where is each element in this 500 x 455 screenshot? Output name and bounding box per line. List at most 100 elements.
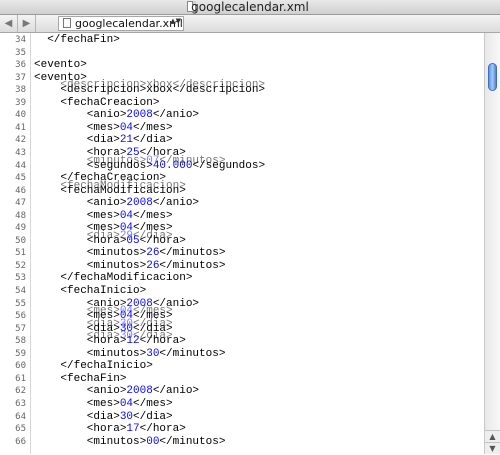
code-tag-close: </dia> [133,134,173,147]
code-text: <evento> [34,59,87,72]
code-tag-open: <minutos> [34,247,147,260]
code-tag-open: <dia> [34,410,120,423]
code-value: 30 [119,317,134,330]
code-value: 30 [119,410,134,423]
code-line: <dia>21</dia> [34,134,173,146]
code-value: 30 [119,330,134,343]
scroll-down-arrow-icon[interactable]: ▼ [485,442,500,454]
code-line: <anio>2008</anio> [34,109,199,121]
vertical-scrollbar[interactable]: ▲ ▼ [484,33,500,454]
ghost-code-line: <mes>04</mes> [34,305,173,317]
code-tag-close: </mes> [133,209,173,222]
line-number: 43 [15,147,26,158]
gutter-divider [30,33,31,454]
line-number: 46 [15,185,26,196]
line-number: 39 [15,97,26,108]
line-number: 50 [15,235,26,246]
code-line: <mes>04</mes> [34,210,173,222]
line-number: 40 [15,110,26,121]
line-number: 61 [15,373,26,384]
code-value: 2008 [126,197,153,210]
code-text: <fechaModificacion> [34,179,186,192]
navigation-bar: ◀ ▶ googlecalendar.xml ▲▼ [0,15,500,33]
ghost-code-line: <dia>29</dia> [34,230,173,242]
code-tag-open: <minutos> [34,435,147,448]
line-number: 37 [15,72,26,83]
code-tag-close: </minutos> [159,259,226,272]
popup-updown-icon: ▲▼ [170,17,181,25]
file-popup-label: googlecalendar.xml [75,17,183,30]
code-tag-open: <mes> [34,305,120,318]
code-text: <fechaCreacion> [34,96,160,109]
code-tag-close: </hora> [139,423,186,436]
code-editor[interactable]: </fechaFin> <evento> <evento> <descripcion… [34,33,484,454]
code-tag-close: </minutos> [159,347,226,360]
code-line: <fechaCreacion> [34,97,159,109]
code-tag-open: <mes> [34,397,120,410]
code-line: <dia>30</dia> [34,411,173,423]
code-value: 26 [146,259,160,272]
line-number: 47 [15,198,26,209]
line-number: 62 [15,386,26,397]
line-number: 54 [15,286,26,296]
line-number: 58 [15,336,26,347]
ghost-code-line: <minutos>07</minutos> [34,154,226,167]
code-tag-close: </anio> [152,385,200,398]
code-tag-close: </mes> [133,397,173,410]
code-tag-close: </anio> [152,109,200,122]
code-line: <minutos>26</minutos> [34,247,226,260]
line-number: 52 [15,260,26,271]
code-text: <fechaInicio> [34,285,147,297]
code-tag-close: </mes> [133,121,173,134]
file-popup-menu[interactable]: googlecalendar.xml ▲▼ [58,16,184,31]
code-tag-open: <minutos> [34,347,147,360]
code-text: </fechaModificacion> [34,272,193,285]
code-value: 04 [119,397,134,410]
code-value: 17 [126,423,140,436]
line-number: 41 [15,122,26,133]
code-value: 26 [146,247,160,260]
line-number: 60 [15,361,26,372]
code-text: </fechaInicio> [34,360,153,373]
file-icon [63,18,71,28]
line-number: 38 [15,85,26,96]
code-line: <anio>2008</anio> [34,385,199,397]
code-tag-close: </dia> [133,330,173,343]
line-number: 36 [15,60,26,71]
line-number: 57 [15,323,26,334]
code-tag-open: <mes> [34,121,120,134]
code-line: </fechaInicio> [34,360,153,373]
code-text: <fechaFin> [34,372,127,385]
line-number: 64 [15,411,26,422]
code-line: <minutos>26</minutos> [34,259,226,272]
code-tag-open: <dia> [34,330,120,343]
line-number: 63 [15,398,26,409]
code-tag-open: <minutos> [34,154,147,167]
code-value: 04 [119,121,134,134]
code-tag-close: </minutos> [159,154,226,167]
scroll-up-arrow-icon[interactable]: ▲ [485,430,500,442]
code-line: <hora>17</hora> [34,423,186,435]
code-value: 07 [146,154,160,167]
line-number: 65 [15,424,26,435]
code-tag-open: <dia> [34,229,120,242]
code-tag-close: </minutos> [159,435,226,448]
line-number: 34 [15,35,26,45]
code-line: <minutos>00</minutos> [34,435,226,448]
code-line: <anio>2008</anio> [34,197,199,209]
code-line: <fechaFin> [34,373,126,385]
code-tag-close: </mes> [133,305,173,318]
forward-button[interactable]: ▶ [18,15,36,32]
code-tag-close: </minutos> [159,247,226,260]
code-line: <minutos>30</minutos> [34,347,226,360]
code-tag-open: <mes> [34,209,120,222]
code-text: </fechaFin> [34,34,120,46]
scrollbar-thumb[interactable] [488,63,497,91]
code-line: <evento> [34,59,87,71]
code-tag-open: <anio> [34,197,127,210]
line-number: 42 [15,135,26,146]
back-arrow-icon: ◀ [4,18,13,29]
code-value: 29 [119,229,134,242]
back-button[interactable]: ◀ [0,15,18,32]
code-tag-close: </dia> [133,317,173,330]
